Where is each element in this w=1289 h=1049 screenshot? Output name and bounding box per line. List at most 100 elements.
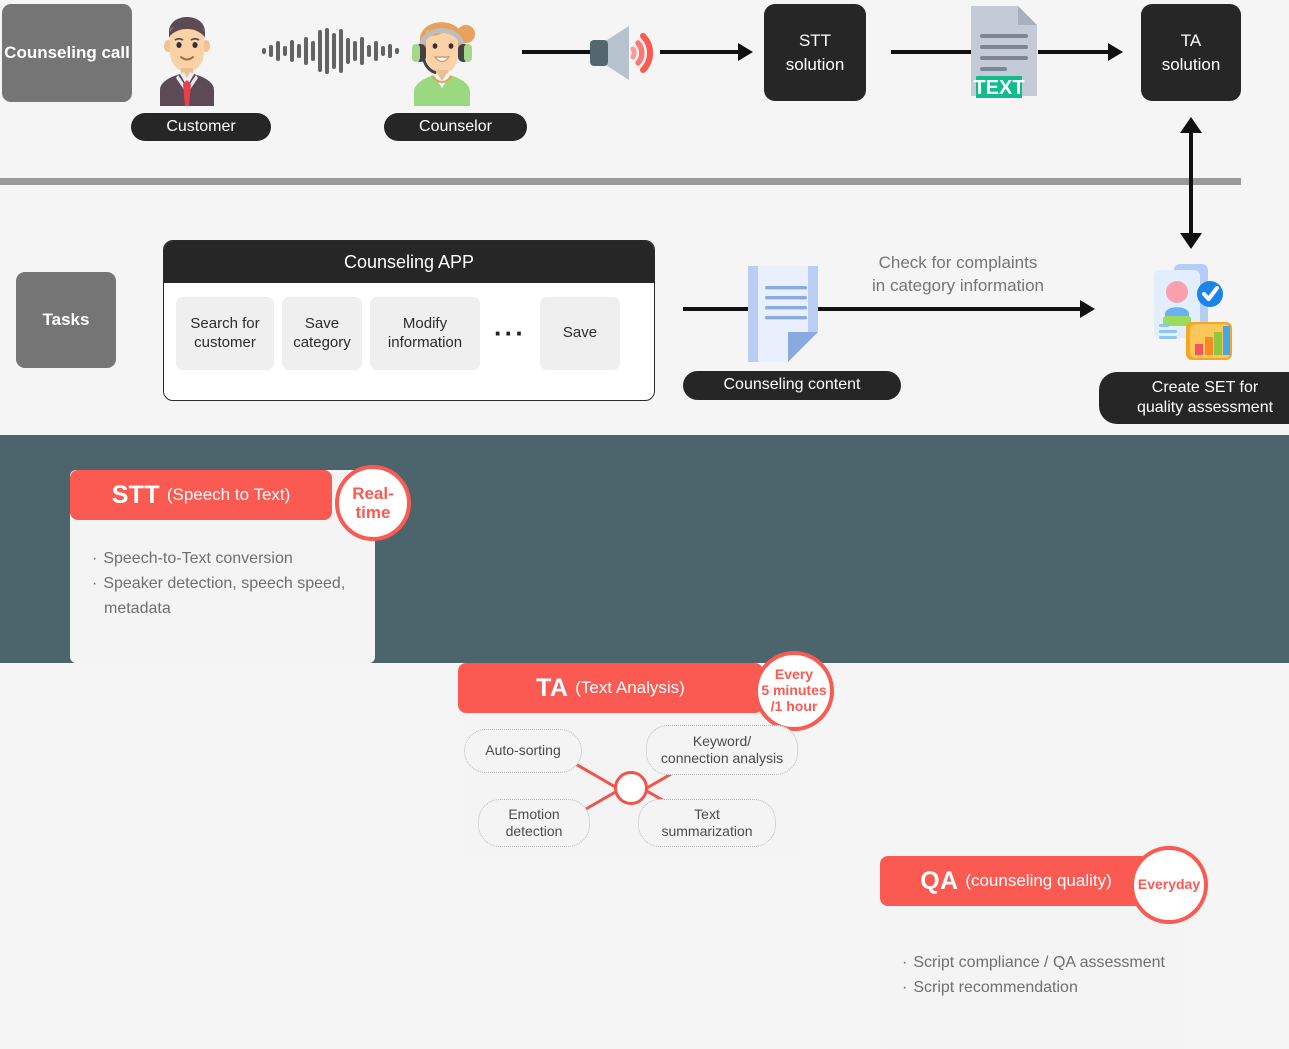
solution-card-stt-bullets: · Speech-to-Text conversion · Speaker de… [92, 547, 364, 621]
solution-card-stt-bullet-2-text2: metadata [104, 599, 171, 617]
stage-label-tasks-text: Tasks [42, 309, 90, 329]
ta-solution-box: TA solution [1141, 4, 1241, 101]
ta-node-emotion-detection: Emotion detection [478, 799, 590, 847]
task-button-search-for-customer-line2: customer [194, 333, 256, 351]
ta-node-text-summarization-line1: Text [694, 805, 720, 822]
profile-chart-verified-icon [1146, 262, 1242, 366]
solution-card-qa-full: (counseling quality) [965, 871, 1112, 890]
stage-label-tasks: Tasks [16, 272, 116, 368]
task-button-search-for-customer[interactable]: Search for customer [176, 297, 274, 370]
document-folded-icon [740, 262, 826, 366]
task-button-save[interactable]: Save [540, 297, 620, 370]
bullet-dot-icon: · [902, 954, 908, 971]
counseling-app-title: Counseling APP [164, 241, 654, 283]
solutions-panel: STT (Speech to Text) Real- time · Speech… [0, 435, 1289, 1049]
ta-solution-line1: TA [1180, 30, 1202, 50]
task-button-save-label: Save [562, 324, 598, 342]
arrow-caption-line2: in category information [872, 275, 1044, 295]
solution-card-qa-bullet-1-text: Script compliance / QA assessment [913, 954, 1165, 971]
bullet-dot-icon: · [902, 978, 908, 996]
solution-card-qa-badge-line1: Everyday [1137, 876, 1201, 893]
counselor-label-pill: Counselor [384, 113, 527, 141]
ta-hub-node [614, 771, 648, 805]
task-button-search-for-customer-line1: Search for [190, 314, 260, 332]
task-button-save-category-line1: Save [304, 314, 340, 332]
solution-card-ta-badge-line1: Every [774, 666, 814, 683]
solution-card-stt-badge-line2: time [355, 503, 391, 522]
ta-node-keyword-connection-line2: connection analysis [660, 750, 784, 766]
stt-solution-line1: STT [798, 30, 832, 50]
solution-card-stt-header: STT (Speech to Text) [70, 470, 332, 520]
vertical-arrow-down-head [1180, 233, 1202, 249]
solution-card-ta-badge: Every 5 minutes /1 hour [754, 651, 834, 731]
audio-waveform-icon [262, 28, 399, 74]
solution-card-qa-badge: Everyday [1130, 846, 1208, 924]
ta-node-auto-sorting-line1: Auto-sorting [485, 742, 561, 759]
ta-solution-line2: solution [1161, 54, 1221, 74]
counselor-headset-avatar-icon [400, 4, 484, 106]
vertical-arrow-line [1189, 129, 1193, 235]
bullet-dot-icon: · [92, 550, 98, 567]
task-ellipsis-text: ··· [494, 318, 526, 348]
arrow-caption-line1: Check for complaints [878, 253, 1038, 272]
task-button-save-category[interactable]: Save category [282, 297, 362, 370]
solution-card-ta-badge-line3: /1 hour [770, 697, 818, 714]
counseling-content-label-text: Counseling content [723, 376, 861, 394]
solution-card-qa-header: QA (counseling quality) [880, 856, 1152, 906]
solution-card-stt-badge: Real- time [335, 465, 411, 541]
counseling-app-toolbar: Search for customer Save category Modify… [164, 283, 654, 384]
arrow-speaker-to-stt-line [660, 50, 740, 54]
solution-card-stt-bullet-1: · Speech-to-Text conversion [92, 547, 364, 572]
task-button-save-category-line2: category [293, 333, 351, 351]
customer-avatar-icon [148, 4, 226, 106]
text-document-icon: TEXT [965, 4, 1043, 100]
solution-card-stt-bullet-2-cont: metadata [92, 597, 364, 622]
arrow-doc-to-ta-head [1108, 43, 1123, 61]
arrow-caption: Check for complaints in category informa… [860, 252, 1056, 298]
arrow-app-to-set-head [1080, 300, 1095, 318]
bullet-dot-icon: · [92, 574, 98, 592]
create-set-label-pill: Create SET for quality assessment [1099, 372, 1289, 424]
solution-card-stt-abbr: STT [111, 480, 160, 509]
ta-node-keyword-connection-line1: Keyword/ [692, 732, 752, 749]
arrow-counselor-to-speaker [522, 50, 594, 54]
solution-card-stt: STT (Speech to Text) Real- time · Speech… [70, 465, 411, 663]
ta-node-auto-sorting: Auto-sorting [464, 729, 582, 773]
counseling-app-title-text: Counseling APP [343, 251, 475, 272]
arrow-doc-to-ta-line [1038, 50, 1110, 54]
arrow-speaker-to-stt-head [738, 43, 753, 61]
stt-solution-box: STT solution [764, 4, 866, 101]
solution-card-stt-bullet-2: · Speaker detection, speech speed, [92, 572, 364, 597]
solution-card-stt-bullet-1-text: Speech-to-Text conversion [103, 550, 293, 567]
solution-card-stt-badge-line1: Real- [352, 483, 394, 503]
counselor-label-text: Counselor [419, 117, 492, 135]
solution-card-qa-bullet-2: · Script recommendation [902, 976, 1184, 1001]
solution-card-qa-bullets: · Script compliance / QA assessment · Sc… [902, 951, 1184, 1001]
task-button-modify-information-line2: information [387, 333, 463, 351]
section-divider [0, 178, 1241, 185]
solution-card-ta-full: (Text Analysis) [575, 678, 685, 697]
diagram-canvas: Counseling call Customer Counselor STT s… [0, 0, 1289, 1049]
svg-text:TEXT: TEXT [973, 77, 1024, 98]
solution-card-qa: QA (counseling quality) Everyday · Scrip… [880, 846, 1208, 1049]
customer-label-text: Customer [166, 117, 236, 135]
task-ellipsis: ··· [488, 318, 532, 349]
task-button-modify-information[interactable]: Modify information [370, 297, 480, 370]
task-button-modify-information-line1: Modify [402, 314, 448, 332]
solution-card-qa-bullet-2-text: Script recommendation [913, 978, 1078, 996]
ta-node-emotion-detection-line1: Emotion [508, 805, 560, 822]
solution-card-ta-badge-line2: 5 minutes [761, 682, 827, 699]
ta-node-text-summarization: Text summarization [638, 799, 776, 847]
stage-label-counseling-call: Counseling call [2, 4, 132, 102]
solution-card-qa-abbr: QA [920, 866, 959, 895]
create-set-label-line1: Create SET for [1151, 378, 1259, 396]
stt-solution-line2: solution [785, 54, 845, 74]
solution-card-ta-header: TA (Text Analysis) [458, 663, 763, 713]
counseling-content-label-pill: Counseling content [683, 371, 901, 400]
solution-card-qa-bullet-1: · Script compliance / QA assessment [902, 951, 1184, 976]
solution-card-ta-abbr: TA [536, 673, 569, 702]
ta-mindmap: Auto-sorting Keyword/ connection analysi… [458, 723, 806, 853]
customer-label-pill: Customer [131, 113, 271, 141]
solution-card-ta: TA (Text Analysis) Every 5 minutes /1 ho… [458, 651, 834, 856]
solution-card-stt-bullet-2-text: Speaker detection, speech speed, [103, 574, 346, 592]
